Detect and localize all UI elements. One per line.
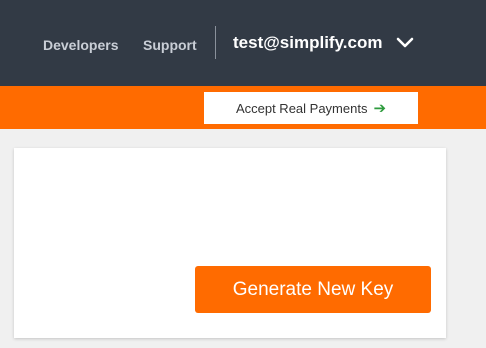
top-navigation-bar: Developers Support test@simplify.com [0,0,486,86]
arrow-right-icon: ➔ [373,99,387,117]
account-email[interactable]: test@simplify.com [233,33,382,53]
developers-link[interactable]: Developers [43,37,118,53]
nav-divider [215,26,216,59]
accept-real-payments-label: Accept Real Payments [235,100,368,116]
generate-new-key-button[interactable]: Generate New Key [195,266,431,313]
accept-real-payments-button[interactable]: Accept Real Payments ➔ [204,92,418,124]
support-link[interactable]: Support [143,37,197,53]
chevron-down-icon[interactable] [395,35,415,51]
